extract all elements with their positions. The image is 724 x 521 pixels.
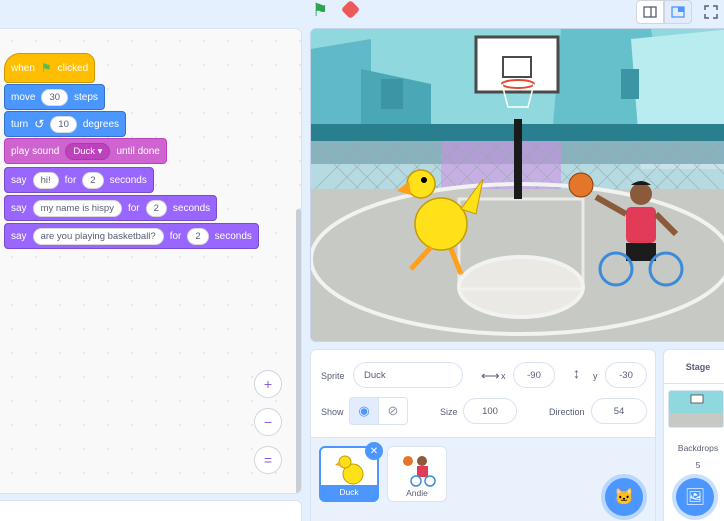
stage-thumbnail [668,390,724,428]
show-label: Show [321,407,344,417]
delete-sprite-button[interactable]: ✕ [365,442,383,460]
say-seconds-input[interactable]: 2 [145,199,167,217]
rotate-left-icon: ↺ [34,117,45,131]
andie-thumbnail [403,456,436,487]
sprite-name-input[interactable]: Duck [353,362,463,388]
say-message-input[interactable]: are you playing basketball? [32,227,164,245]
zoom-out-icon: − [263,414,273,430]
block-text: say [11,230,27,242]
block-text: seconds [109,174,147,186]
show-visible-button[interactable]: ◉ [349,397,379,425]
when-flag-clicked-block[interactable]: when ⚑ clicked [4,53,96,83]
sprite-info: Sprite Duck ⟷ x -90 ↕ y -30 Show ◉ ⊘ Siz… [311,350,655,438]
green-flag-icon: ⚑ [40,61,52,75]
say-message-input[interactable]: my name is hispy [32,199,122,217]
cat-add-icon: 🐱 [614,489,634,506]
sprite-list: ✕ Duck Andie 🐱 [311,438,655,521]
block-text: until done [116,145,160,157]
fullscreen-icon [704,5,718,19]
trash-icon: ✕ [369,445,379,457]
zoom-reset-button[interactable]: = [254,446,282,474]
x-value: -90 [527,369,541,381]
direction-input[interactable]: 54 [591,398,647,424]
block-text: turn [11,118,29,130]
small-stage-button[interactable] [636,0,664,24]
choose-backdrop-button[interactable]: 🖼 [676,478,714,516]
sprite-label: Sprite [321,371,345,381]
block-text: seconds [214,230,252,242]
sprite-name-value: Duck [364,369,386,381]
say-seconds-input[interactable]: 2 [187,227,209,245]
direction-label: Direction [549,407,585,417]
say-seconds-input[interactable]: 2 [82,171,104,189]
size-value: 100 [482,405,498,417]
sound-dropdown-value: Duck [73,145,96,157]
block-text: for [64,174,77,186]
zoom-reset-icon: = [263,452,273,468]
backdrops-label: Backdrops [677,443,719,453]
basketball-court-backdrop [311,29,724,341]
size-label: Size [440,407,458,417]
fullscreen-button[interactable] [698,0,724,24]
block-text: steps [74,91,98,103]
small-stage-icon [643,6,657,18]
say-block[interactable]: say my name is hispy for 2 seconds [4,195,218,221]
code-area[interactable]: when ⚑ clicked move 30 steps turn ↺ 10 d… [0,28,302,494]
choose-sprite-button[interactable]: 🐱 [605,478,643,516]
stage-panel-title: Stage [664,350,724,384]
zoom-in-icon: + [263,376,273,392]
y-position-input[interactable]: -30 [605,362,647,388]
sound-dropdown[interactable]: Duck ▾ [65,142,111,160]
sprite-tile-name: Andie [406,488,428,498]
turn-degrees-input[interactable]: 10 [50,115,77,133]
move-steps-input[interactable]: 30 [41,88,69,106]
block-text: move [11,91,36,103]
block-text: when [11,62,35,74]
block-text: degrees [82,118,120,130]
say-message-input[interactable]: hi! [32,171,59,189]
green-flag-icon[interactable]: ⚑ [312,0,328,21]
sprite-panel: Sprite Duck ⟷ x -90 ↕ y -30 Show ◉ ⊘ Siz… [310,349,656,521]
block-text: seconds [172,202,211,214]
image-add-icon: 🖼 [684,489,706,506]
move-block[interactable]: move 30 steps [4,84,105,110]
show-hidden-button[interactable]: ⊘ [378,397,408,425]
sprite-tile-andie[interactable]: Andie [387,446,447,502]
y-value: -30 [619,369,633,381]
say-block[interactable]: say are you playing basketball? for 2 se… [4,223,259,249]
size-input[interactable]: 100 [463,398,517,424]
block-text: for [169,230,182,242]
sprite-tile-duck[interactable]: ✕ Duck [319,442,383,502]
backdrops-count: 5 [695,460,701,470]
say-block[interactable]: say hi! for 2 seconds [4,167,154,193]
stop-icon[interactable] [340,0,361,20]
eye-icon: ◉ [358,403,370,418]
stage-target-panel[interactable]: Stage Backdrops 5 🖼 [663,349,724,521]
sprite-tile-name: Duck [321,485,377,500]
normal-stage-button[interactable] [664,0,692,24]
zoom-in-button[interactable]: + [254,370,282,398]
x-arrows-icon: ⟷ [481,368,500,383]
y-label: y [593,371,598,381]
block-text: play sound [11,145,60,157]
block-text: say [11,174,27,186]
play-sound-block[interactable]: play sound Duck ▾ until done [4,138,167,164]
eye-slash-icon: ⊘ [387,403,399,418]
y-arrows-icon: ↕ [573,365,580,381]
block-text: clicked [57,62,89,74]
chevron-down-icon: ▾ [97,145,103,157]
x-label: x [501,371,506,381]
normal-stage-icon [671,6,685,18]
x-position-input[interactable]: -90 [513,362,555,388]
vertical-scrollbar[interactable] [296,209,301,493]
turn-block[interactable]: turn ↺ 10 degrees [4,111,127,137]
block-text: say [11,202,27,214]
direction-value: 54 [613,405,625,417]
stage-canvas[interactable] [310,28,724,342]
code-area-footer [0,500,302,521]
zoom-out-button[interactable]: − [254,408,282,436]
block-text: for [127,202,140,214]
